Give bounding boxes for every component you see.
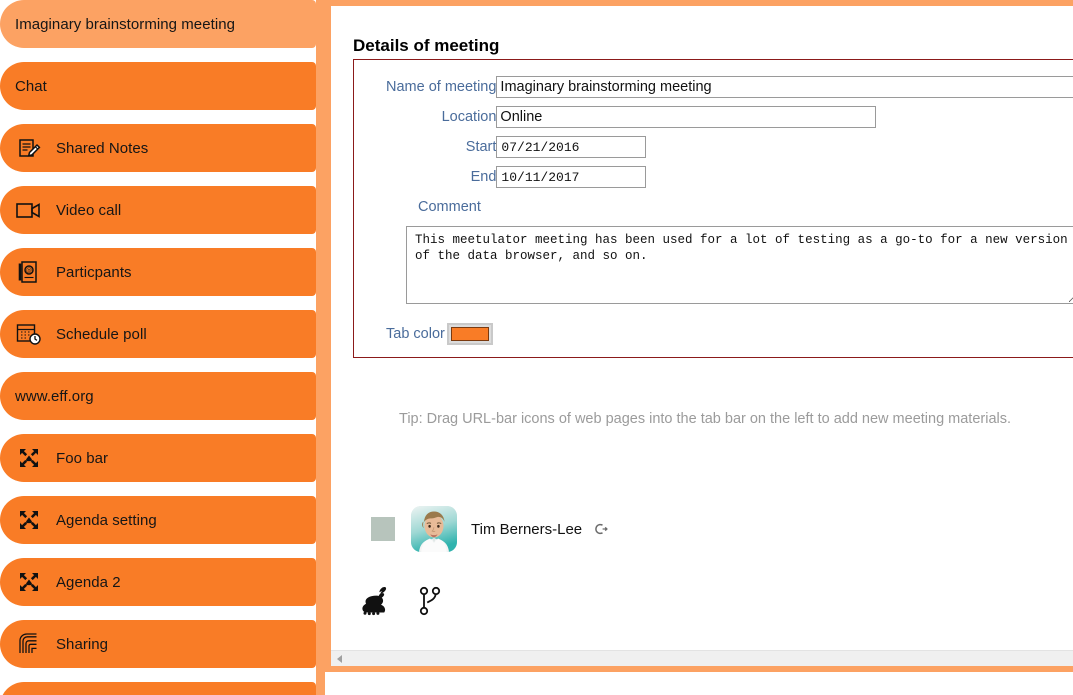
collapse-arrows-icon (14, 443, 44, 473)
participant-row: Tim Berners-Lee (371, 506, 609, 552)
tab-color-picker[interactable] (446, 323, 493, 345)
scrollbar-thumb[interactable] (347, 650, 1073, 666)
sidebar-tab-label: Schedule poll (56, 325, 147, 343)
comment-label: Comment (418, 199, 481, 215)
git-branch-icon[interactable] (419, 586, 441, 621)
sidebar-tab-label: Agenda 2 (56, 573, 121, 591)
comment-textarea[interactable]: This meetulator meeting has been used fo… (406, 226, 1073, 304)
horizontal-scrollbar[interactable] (331, 650, 1073, 666)
video-camera-icon (14, 195, 44, 225)
tab-color-label: Tab color (386, 326, 445, 342)
end-cell (496, 162, 1073, 192)
sidebar-tab-participants[interactable]: @ Particpants (0, 248, 316, 296)
field-row-location: Location (354, 102, 1073, 132)
start-label: Start (465, 139, 497, 155)
sidebar-tab-foo-bar[interactable]: Foo bar (0, 434, 316, 482)
meeting-tab-bar: Imaginary brainstorming meeting Chat Sha… (0, 0, 316, 695)
calendar-clock-icon (14, 319, 44, 349)
notepad-pencil-icon (14, 133, 44, 163)
sidebar-tab-agenda-setting[interactable]: Agenda setting (0, 496, 316, 544)
tab-color-swatch-fill (450, 327, 489, 341)
app-root: Imaginary brainstorming meeting Chat Sha… (0, 0, 1073, 695)
address-book-icon: @ (14, 257, 44, 287)
start-date-input[interactable] (496, 136, 647, 158)
sidebar-tab-label: Shared Notes (56, 139, 149, 157)
logout-arrow-icon[interactable] (594, 522, 609, 536)
sidebar-tab-shared-notes[interactable]: Shared Notes (0, 124, 316, 172)
sidebar-tab-agenda-2[interactable]: Agenda 2 (0, 558, 316, 606)
field-row-start: Start (354, 132, 1073, 162)
start-cell (496, 132, 1073, 162)
name-of-meeting-label: Name of meeting (386, 79, 497, 95)
sidebar-tab-label: Video call (56, 201, 122, 219)
collapse-arrows-icon (14, 567, 44, 597)
panel-frame: Details of meeting Name of meeting Locat… (325, 0, 1073, 672)
collapse-arrows-icon (14, 505, 44, 535)
rabbit-icon[interactable] (361, 586, 393, 621)
sidebar-tab-label: Chat (15, 77, 47, 95)
field-row-comment-label: Comment (354, 192, 1073, 222)
form-fields-table: Name of meeting Location (354, 72, 1073, 222)
field-row-end: End (354, 162, 1073, 192)
sidebar-tab-label: Particpants (56, 263, 132, 281)
participant-name: Tim Berners-Lee (471, 520, 583, 538)
sidebar-tab-label: Imaginary brainstorming meeting (15, 15, 235, 33)
scroll-left-arrow-icon[interactable] (331, 651, 347, 667)
end-date-input[interactable] (496, 166, 647, 188)
end-label: End (470, 169, 497, 185)
drag-url-tip: Tip: Drag URL-bar icons of web pages int… (399, 411, 1012, 427)
sidebar-tab-eff-org[interactable]: www.eff.org (0, 372, 316, 420)
sidebar-tab-chat[interactable]: Chat (0, 62, 316, 110)
meeting-details-panel: Details of meeting Name of meeting Locat… (331, 6, 1073, 666)
location-label: Location (441, 109, 497, 125)
broadcast-arcs-icon (14, 629, 44, 659)
tab-color-row: Tab color (354, 309, 1073, 345)
comment-field-wrap: This meetulator meeting has been used fo… (354, 222, 1073, 309)
location-cell (496, 102, 1073, 132)
name-of-meeting-input[interactable] (496, 76, 1073, 98)
sidebar-tab-label: Agenda setting (56, 511, 157, 529)
sidebar-tab-neuron-collaboration[interactable]: Neuron on collaboration tools for Neuro (0, 682, 316, 695)
sidebar-tab-label: www.eff.org (15, 387, 94, 405)
page-title: Details of meeting (353, 36, 500, 55)
user-photo-avatar[interactable] (411, 506, 457, 552)
field-row-name: Name of meeting (354, 72, 1073, 102)
sidebar-tab-schedule-poll[interactable]: Schedule poll (0, 310, 316, 358)
sidebar-tab-label: Sharing (56, 635, 109, 653)
bottom-icon-row (361, 586, 441, 621)
sidebar-tab-sharing[interactable]: Sharing (0, 620, 316, 668)
sidebar-tab-label: Foo bar (56, 449, 109, 467)
sidebar-tab-meeting[interactable]: Imaginary brainstorming meeting (0, 0, 316, 48)
svg-text:@: @ (26, 267, 32, 274)
location-input[interactable] (496, 106, 877, 128)
name-of-meeting-cell (496, 72, 1073, 102)
meeting-details-form: Name of meeting Location (353, 59, 1073, 358)
participant-select-checkbox[interactable] (371, 517, 395, 541)
sidebar-divider (316, 0, 325, 695)
sidebar-tab-video-call[interactable]: Video call (0, 186, 316, 234)
